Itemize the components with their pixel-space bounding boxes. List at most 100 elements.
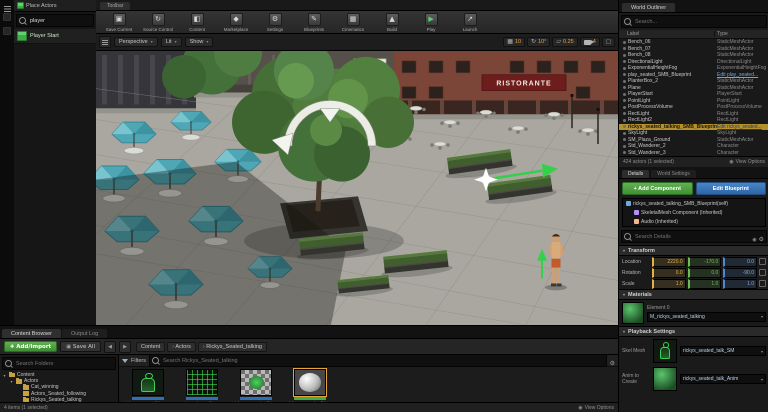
add-import-button[interactable]: Add/Import [4, 341, 57, 352]
expand-arrow-icon[interactable]: ▾ [2, 373, 7, 378]
outliner-actor-row[interactable]: play_seated_SMB_Blueprint Edit play_seat… [619, 72, 768, 79]
actor-type[interactable]: Character [717, 143, 768, 149]
actor-type[interactable]: StaticMeshActor [717, 137, 768, 143]
folder-search[interactable] [2, 357, 116, 370]
column-label[interactable]: Label [619, 31, 714, 37]
actor-type[interactable]: StaticMeshActor [717, 39, 768, 45]
asset-search-input[interactable] [161, 357, 604, 365]
transform-row-label[interactable]: Scale [622, 281, 650, 287]
actor-type[interactable]: RectLight [717, 111, 768, 117]
viewport-scene-svg[interactable]: B&R RISTORANTE [96, 51, 618, 325]
add-component-button[interactable]: + Add Component [622, 182, 693, 195]
toolbar-button[interactable]: ↻ Source Control [143, 13, 173, 32]
z-value-field[interactable]: -90.0 [723, 268, 757, 278]
forward-button[interactable]: ▶ [119, 341, 131, 353]
toolbar-button[interactable]: ▶ Play [416, 13, 446, 32]
view-mode-dropdown[interactable]: Lit [161, 37, 182, 47]
transform-row-label[interactable]: Location [622, 259, 650, 265]
content-browser-view-options[interactable]: View Options [578, 405, 614, 411]
tab-world-outliner[interactable]: World Outliner [622, 3, 675, 12]
outliner-actor-row[interactable]: ExponentialHeightFog ExponentialHeightFo… [619, 65, 768, 72]
outliner-actor-row[interactable]: RectLight2 RectLight [619, 117, 768, 124]
outliner-actor-row[interactable]: RectLight RectLight [619, 111, 768, 118]
asset-tile[interactable]: rickys_seate_talki_SMB [124, 369, 172, 402]
toolbar-button[interactable]: ✎ Blueprints [299, 13, 329, 32]
playback-asset-dropdown[interactable]: rickys_seated_talk_Anim [680, 374, 766, 384]
asset-tile[interactable]: rickys_seated_talking_SMB_L [232, 369, 280, 402]
toolbar-button[interactable]: ◆ Marketplace [221, 13, 251, 32]
details-search[interactable] [621, 230, 767, 243]
asset-tile[interactable]: Unit_mode_Ltalk_SMB [178, 369, 226, 402]
breadcrumb-item[interactable]: Actors [167, 342, 196, 352]
breadcrumb-item[interactable]: Content [136, 342, 165, 352]
actor-type[interactable]: RectLight [717, 117, 768, 123]
z-value-field[interactable]: 1.0 [723, 279, 757, 289]
materials-section-header[interactable]: Materials [619, 289, 768, 300]
toolbar-button[interactable]: ⚙ Settings [260, 13, 290, 32]
toolbar-button[interactable]: ◧ Content [182, 13, 212, 32]
outliner-actor-row[interactable]: rickys_seated_talking_SMB_Blueprint Edit… [619, 124, 768, 131]
camera-speed-control[interactable]: 4 [580, 37, 600, 47]
playback-asset-dropdown[interactable]: rickys_seated_talk_SM [680, 346, 766, 356]
lock-icon[interactable] [759, 280, 766, 287]
place-actor-item-player-start[interactable]: Player Start [14, 29, 96, 44]
material-thumbnail[interactable] [622, 302, 644, 324]
outliner-actor-row[interactable]: DirectionalLight DirectionalLight [619, 59, 768, 66]
show-dropdown[interactable]: Show [185, 37, 214, 47]
playback-asset-thumbnail[interactable] [653, 367, 677, 391]
outliner-actor-row[interactable]: Bench_06 StaticMeshActor [619, 39, 768, 46]
y-value-field[interactable]: 1.0 [688, 279, 722, 289]
edit-blueprint-button[interactable]: Edit Blueprint [696, 182, 767, 195]
gear-icon[interactable] [759, 228, 764, 246]
outliner-actor-row[interactable]: Std_Wanderer_2 Character [619, 143, 768, 150]
bottom-panel-tab[interactable]: Content Browser [2, 329, 61, 338]
actor-type[interactable]: StaticMeshActor [717, 85, 768, 91]
details-search-input[interactable] [633, 233, 750, 241]
bottom-panel-tab[interactable]: Output Log [62, 329, 107, 338]
details-tab[interactable]: World Settings [651, 170, 695, 178]
asset-search[interactable] [149, 354, 607, 367]
perspective-dropdown[interactable]: Perspective [114, 37, 158, 47]
lock-icon[interactable] [759, 269, 766, 276]
actor-type[interactable]: StaticMeshActor [717, 52, 768, 58]
outliner-actor-row[interactable]: PointLight PointLight [619, 98, 768, 105]
outliner-actor-row[interactable]: PlayerStart PlayerStart [619, 91, 768, 98]
component-row[interactable]: SkeletalMesh Component (Inherited) [623, 208, 765, 217]
x-value-field[interactable]: 0.0 [652, 268, 686, 278]
outliner-search-input[interactable] [633, 18, 764, 26]
toolbar-button[interactable]: ▣ Save Current [104, 13, 134, 32]
breadcrumb-item[interactable]: Rickys_Seated_talking [198, 342, 267, 352]
outliner-view-options[interactable]: View Options [729, 159, 765, 165]
column-type[interactable]: Type [714, 31, 768, 37]
toolbar-button[interactable]: ▦ Cinematics [338, 13, 368, 32]
filters-label[interactable]: Filters [131, 358, 146, 364]
actor-type[interactable]: PostProcessVolume [717, 104, 768, 110]
actor-type[interactable]: Edit play_seated... [717, 72, 768, 78]
outliner-actor-row[interactable]: Bench_08 StaticMeshActor [619, 52, 768, 59]
playback-section-header[interactable]: Playback Settings [619, 326, 768, 337]
rotation-snap-toggle[interactable]: ↻ 10° [527, 37, 550, 47]
toolbar-tab[interactable]: Toolbar [100, 2, 130, 10]
menu-icon[interactable] [4, 6, 11, 7]
transform-row-label[interactable]: Rotation [622, 270, 650, 276]
panel-dock-icon[interactable] [3, 13, 11, 21]
actor-type[interactable]: PlayerStart [717, 91, 768, 97]
y-value-field[interactable]: -170.0 [688, 257, 722, 267]
viewport-options-icon[interactable] [99, 36, 111, 48]
back-button[interactable]: ◀ [104, 341, 116, 353]
grid-snap-toggle[interactable]: ▦ 10 [503, 37, 525, 47]
eye-icon[interactable] [752, 228, 756, 246]
actor-type[interactable]: PointLight [717, 98, 768, 104]
viewport-3d-scene[interactable]: B&R RISTORANTE [96, 51, 618, 325]
asset-tile[interactable]: rickys_seated_talking_Mat [286, 369, 334, 402]
actor-type[interactable]: Character [717, 150, 768, 156]
outliner-actor-row[interactable]: PlanterBox_2 StaticMeshActor [619, 78, 768, 85]
actor-type[interactable]: ExponentialHeightFog [717, 65, 768, 71]
outliner-actor-row[interactable]: PostProcessVolume PostProcessVolume [619, 104, 768, 111]
transform-section-header[interactable]: Transform [619, 245, 768, 256]
details-tab[interactable]: Details [622, 170, 649, 178]
component-row[interactable]: Audio (Inherited) [623, 217, 765, 226]
y-value-field[interactable]: 0.0 [688, 268, 722, 278]
x-value-field[interactable]: 2220.0 [652, 257, 686, 267]
z-value-field[interactable]: 0.0 [723, 257, 757, 267]
